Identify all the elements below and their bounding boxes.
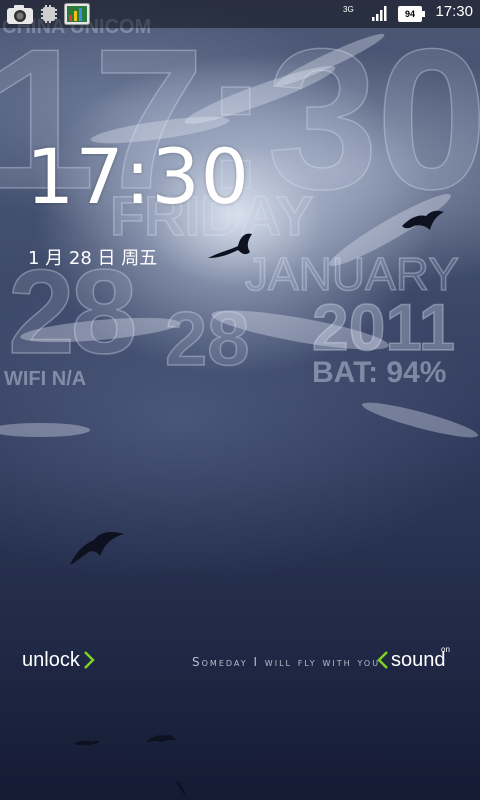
usb-icon (41, 5, 57, 23)
sound-state-label: on (441, 645, 450, 654)
network-type-label: 3G (343, 5, 354, 14)
sound-label: sound (391, 648, 446, 671)
status-bar-time: 17:30 (435, 3, 473, 20)
bg-wifi-text: WIFI N/A (4, 368, 87, 390)
lock-date: 1 月 28 日 周五 (28, 248, 158, 269)
chevron-right-icon (83, 651, 95, 669)
status-bar: 3G 94 17:30 (0, 0, 480, 28)
signal-icon (372, 6, 387, 21)
bg-year-text: 2011 (311, 290, 456, 364)
chevron-left-icon (377, 651, 388, 669)
unlock-button[interactable]: unlock (22, 648, 96, 672)
bg-battery-text: BAT: 94% (312, 356, 447, 389)
lock-clock: 17:30 (26, 132, 251, 221)
bg-day-large-text: 28 (7, 245, 138, 379)
camera-icon (7, 5, 33, 24)
sound-toggle-button[interactable]: sound (376, 648, 446, 672)
bg-day-small-text: 28 (164, 297, 250, 382)
lock-screen: CHINA UNICOM 17:30 FRIDAY JANUARY 28 28 … (0, 0, 480, 800)
chart-icon (64, 3, 90, 25)
unlock-label: unlock (22, 648, 80, 671)
battery-icon: 94 (398, 6, 425, 22)
